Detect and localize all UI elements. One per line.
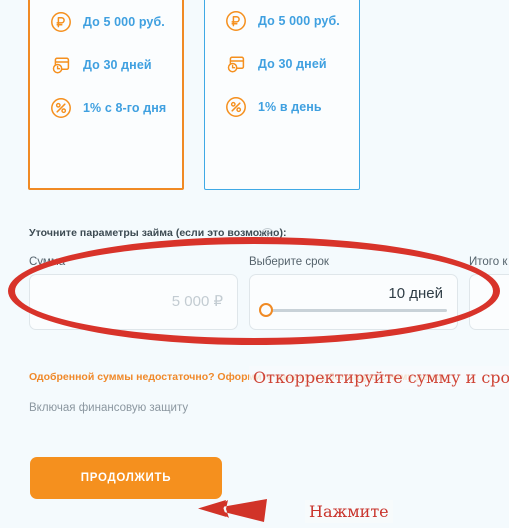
- loan-params-label: Уточните параметры займа (если это возмо…: [29, 227, 287, 239]
- offer-feature: До 5 000 руб.: [50, 10, 182, 34]
- offer-feature: 1% с 8-го дня: [50, 96, 182, 120]
- amount-field: Сумма 5 000 ₽: [29, 256, 238, 330]
- offer-cards-row: До 5 000 руб. До 30 дней 1% с 8-го дня Д…: [28, 0, 360, 190]
- term-label: Выберите срок: [249, 256, 329, 268]
- term-value: 10 дней: [388, 285, 443, 302]
- continue-button[interactable]: ПРОДОЛЖИТЬ: [30, 457, 222, 499]
- offer-feature: До 5 000 руб.: [225, 9, 359, 33]
- offer-feature-label: До 30 дней: [258, 57, 327, 71]
- amount-input[interactable]: 5 000 ₽: [29, 274, 238, 330]
- term-input[interactable]: 10 дней: [249, 274, 458, 330]
- calendar-clock-icon: [50, 54, 72, 76]
- offer-feature-label: 1% с 8-го дня: [83, 101, 167, 115]
- offer-feature-label: 1% в день: [258, 100, 322, 114]
- percent-circle-icon: [225, 96, 247, 118]
- total-input: [469, 274, 509, 330]
- term-slider[interactable]: [259, 303, 447, 317]
- upsell-link[interactable]: Одобренной суммы недостаточно? Оформите …: [29, 371, 445, 383]
- percent-circle-icon: [50, 97, 72, 119]
- total-label: Итого к в: [469, 256, 509, 268]
- term-field: Выберите срок 10 дней: [249, 256, 458, 330]
- help-icon[interactable]: ?: [261, 228, 274, 241]
- term-slider-track[interactable]: [264, 309, 447, 312]
- annotation-arrow-icon: [196, 497, 268, 523]
- offer-feature-label: До 5 000 руб.: [83, 15, 165, 29]
- alternate-offer-card[interactable]: До 5 000 руб. До 30 дней 1% в день: [204, 0, 360, 190]
- offer-feature-label: До 5 000 руб.: [258, 14, 340, 28]
- financial-protection-note: Включая финансовую защиту: [29, 402, 189, 414]
- offer-feature: До 30 дней: [225, 52, 359, 76]
- selected-offer-card[interactable]: До 5 000 руб. До 30 дней 1% с 8-го дня: [28, 0, 184, 190]
- calendar-clock-icon: [225, 53, 247, 75]
- ruble-circle-icon: [50, 11, 72, 33]
- offer-feature: 1% в день: [225, 95, 359, 119]
- term-slider-thumb[interactable]: [259, 303, 273, 317]
- offer-feature: До 30 дней: [50, 53, 182, 77]
- amount-placeholder: 5 000 ₽: [171, 293, 223, 310]
- ruble-circle-icon: [225, 10, 247, 32]
- offer-feature-label: До 30 дней: [83, 58, 152, 72]
- amount-label: Сумма: [29, 256, 66, 268]
- total-field: Итого к в: [469, 256, 509, 330]
